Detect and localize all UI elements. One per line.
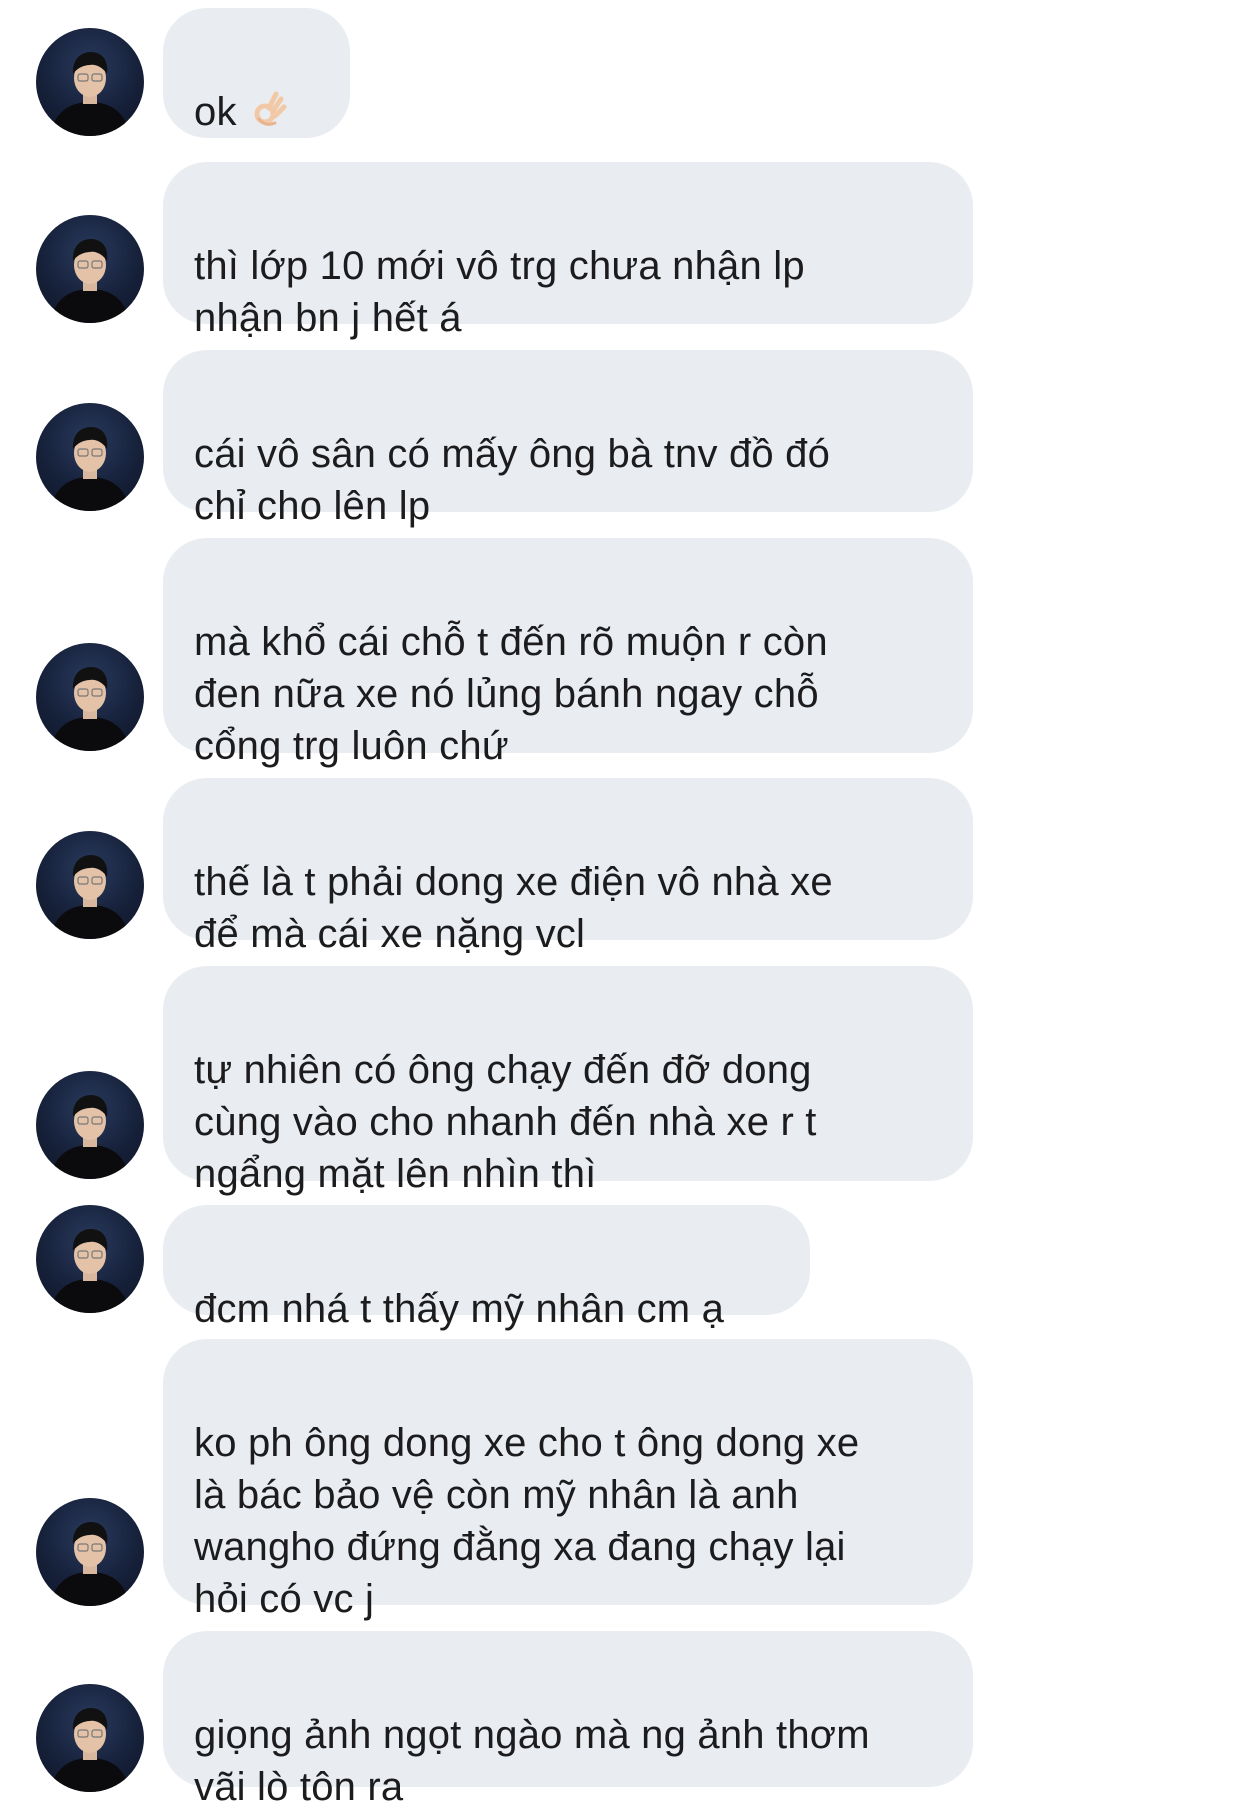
message-text: thì lớp 10 mới vô trg chưa nhận lp nhận … — [194, 244, 805, 340]
avatar-photo-icon — [50, 667, 130, 751]
avatar-photo-icon — [50, 52, 130, 136]
ok-hand-emoji-icon — [249, 89, 289, 142]
message-text: giọng ảnh ngọt ngào mà ng ảnh thơm vãi l… — [194, 1713, 870, 1809]
avatar-photo-icon — [50, 1522, 130, 1606]
message-bubble[interactable]: đcm nhá t thấy mỹ nhân cm ạ — [163, 1205, 810, 1331]
message-bubble[interactable]: giọng ảnh ngọt ngào mà ng ảnh thơm vãi l… — [163, 1631, 973, 1809]
avatar-photo-icon — [50, 1229, 130, 1313]
message-bubble[interactable]: thế là t phải dong xe điện vô nhà xe để … — [163, 778, 973, 956]
message-text: ko ph ông dong xe cho t ông dong xe là b… — [194, 1421, 860, 1621]
message-bubble[interactable]: mà khổ cái chỗ t đến rõ muộn r còn đen n… — [163, 538, 973, 768]
message-text: cái vô sân có mấy ông bà tnv đồ đó chỉ c… — [194, 432, 831, 528]
avatar-photo-icon — [50, 855, 130, 939]
avatar-photo-icon — [50, 239, 130, 323]
message-text: tự nhiên có ông chạy đến đỡ dong cùng và… — [194, 1048, 817, 1196]
message-text: ok — [194, 90, 237, 134]
sender-avatar[interactable] — [36, 28, 144, 136]
sender-avatar[interactable] — [36, 643, 144, 751]
sender-avatar[interactable] — [36, 215, 144, 323]
message-bubble[interactable]: tự nhiên có ông chạy đến đỡ dong cùng và… — [163, 966, 973, 1196]
sender-avatar[interactable] — [36, 1205, 144, 1313]
message-bubble[interactable]: cái vô sân có mấy ông bà tnv đồ đó chỉ c… — [163, 350, 973, 528]
sender-avatar[interactable] — [36, 403, 144, 511]
avatar-photo-icon — [50, 1095, 130, 1179]
sender-avatar[interactable] — [36, 1684, 144, 1792]
message-bubble[interactable]: thì lớp 10 mới vô trg chưa nhận lp nhận … — [163, 162, 973, 340]
message-bubble[interactable]: ok — [163, 8, 350, 138]
message-text: mà khổ cái chỗ t đến rõ muộn r còn đen n… — [194, 620, 828, 768]
message-bubble[interactable]: ko ph ông dong xe cho t ông dong xe là b… — [163, 1339, 973, 1621]
message-text: đcm nhá t thấy mỹ nhân cm ạ — [194, 1287, 725, 1331]
message-thread: ok thì lớp 10 mới vô trg chưa nhận lp nh… — [0, 0, 1242, 1809]
avatar-photo-icon — [50, 1708, 130, 1792]
sender-avatar[interactable] — [36, 1498, 144, 1606]
avatar-photo-icon — [50, 427, 130, 511]
message-text: thế là t phải dong xe điện vô nhà xe để … — [194, 860, 833, 956]
sender-avatar[interactable] — [36, 831, 144, 939]
sender-avatar[interactable] — [36, 1071, 144, 1179]
